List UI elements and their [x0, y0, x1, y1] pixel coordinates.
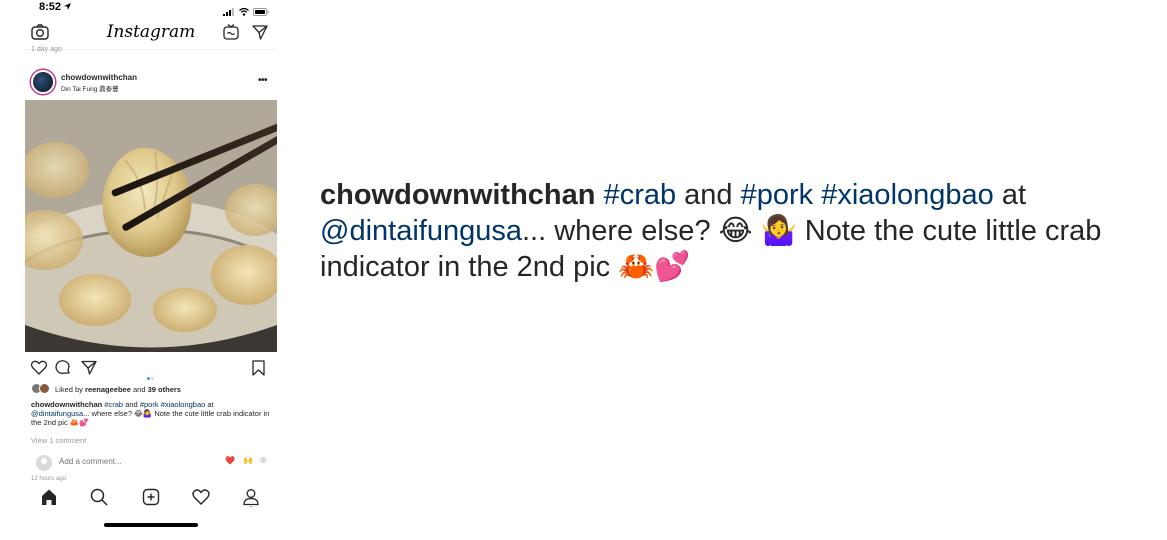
zoom-caption-at: at: [1001, 179, 1027, 211]
add-reaction-icon[interactable]: ⊕: [259, 455, 267, 466]
add-comment-row: ❤️ 🙌 ⊕: [25, 452, 277, 472]
phone-screen: 8:52 Instagram 1 day ago chowdownwithcha…: [25, 0, 277, 540]
post-username[interactable]: chowdownwithchan: [61, 73, 137, 82]
post-action-bar: [25, 356, 277, 380]
wifi-icon: [238, 7, 249, 16]
shrug-emoji: 🤷‍♀️: [142, 409, 153, 418]
home-indicator: [104, 523, 198, 527]
liker-avatars: [31, 383, 53, 395]
avatar[interactable]: [31, 70, 55, 94]
zoom-shrug-emoji: 🤷‍♀️: [760, 213, 797, 247]
hashtag-crab[interactable]: #crab: [104, 400, 123, 409]
post-location[interactable]: Din Tai Fung 鼎泰豐: [61, 83, 119, 93]
location-arrow-icon: [64, 3, 72, 10]
bookmark-icon[interactable]: [252, 360, 265, 376]
search-icon[interactable]: [89, 487, 109, 507]
post-photo[interactable]: [25, 100, 277, 352]
zoom-mention-dintaifungusa[interactable]: @dintaifungusa: [320, 215, 522, 247]
status-time-text: 8:52: [39, 1, 62, 13]
caption-at: at: [207, 400, 214, 409]
instagram-logo: Instagram: [106, 22, 196, 42]
likes-row: Liked by reenageebee and 39 others: [31, 383, 271, 395]
profile-icon[interactable]: [241, 487, 261, 507]
likes-user[interactable]: reenageebee: [85, 385, 131, 394]
zoom-crab-emoji: 🦀: [618, 249, 655, 283]
post-caption: chowdownwithchan #crab and #pork #xiaolo…: [31, 400, 271, 427]
add-comment-input[interactable]: [59, 457, 209, 466]
likes-and: and: [133, 385, 146, 394]
liker-avatar: [39, 383, 50, 394]
dumpling-photo: [25, 100, 277, 352]
mention-dintaifungusa[interactable]: @dintaifungusa: [31, 409, 83, 418]
home-icon[interactable]: [39, 487, 59, 507]
igtv-icon[interactable]: [223, 24, 239, 40]
zoom-caption-where-else: ... where else?: [521, 215, 711, 247]
zoom-hashtag-xiaolongbao[interactable]: #xiaolongbao: [821, 179, 994, 211]
quick-react-heart[interactable]: ❤️: [225, 456, 235, 465]
hashtag-pork[interactable]: #pork: [140, 400, 159, 409]
battery-icon: [253, 8, 269, 16]
previous-post-time: 1 day ago: [31, 46, 62, 53]
zoom-two-hearts-emoji: 💕: [654, 249, 691, 283]
likes-text[interactable]: Liked by reenageebee and 39 others: [55, 385, 181, 394]
bottom-tab-bar: [25, 482, 277, 512]
view-comments-link[interactable]: View 1 comment: [31, 436, 86, 445]
comment-icon[interactable]: [55, 360, 71, 376]
like-heart-icon[interactable]: [31, 360, 47, 375]
caption-zoom: chowdownwithchan #crab and #pork #xiaolo…: [320, 178, 1160, 285]
zoom-caption-and: and: [684, 179, 733, 211]
share-icon[interactable]: [81, 360, 97, 375]
zoom-laughing-emoji: 😂: [718, 213, 753, 247]
zoom-caption-username[interactable]: chowdownwithchan: [320, 179, 596, 211]
caption-and: and: [125, 400, 138, 409]
new-post-icon[interactable]: [141, 487, 161, 507]
direct-message-icon[interactable]: [252, 24, 268, 40]
hashtag-xiaolongbao[interactable]: #xiaolongbao: [161, 400, 206, 409]
post-header: chowdownwithchan Din Tai Fung 鼎泰豐 •••: [25, 68, 277, 98]
carousel-dot: [150, 377, 154, 380]
zoom-hashtag-pork[interactable]: #pork: [741, 179, 814, 211]
status-time: 8:52: [39, 1, 72, 13]
likes-prefix: Liked by: [55, 385, 83, 394]
carousel-dot-active: [146, 377, 150, 380]
zoom-hashtag-crab[interactable]: #crab: [604, 179, 677, 211]
quick-react-raised-hands[interactable]: 🙌: [243, 456, 253, 465]
two-hearts-emoji: 💕: [79, 418, 89, 427]
status-bar: 8:52: [25, 0, 277, 16]
app-header: Instagram: [25, 16, 277, 50]
my-avatar: [36, 455, 52, 471]
likes-others[interactable]: 39 others: [148, 385, 181, 394]
activity-heart-icon[interactable]: [191, 487, 211, 507]
more-options-icon[interactable]: •••: [258, 75, 268, 86]
caption-username[interactable]: chowdownwithchan: [31, 400, 102, 409]
crab-emoji: 🦀: [69, 418, 80, 427]
caption-where-else: ... where else?: [83, 409, 133, 418]
laughing-emoji: 😂: [134, 409, 143, 418]
signal-icon: [223, 8, 235, 16]
